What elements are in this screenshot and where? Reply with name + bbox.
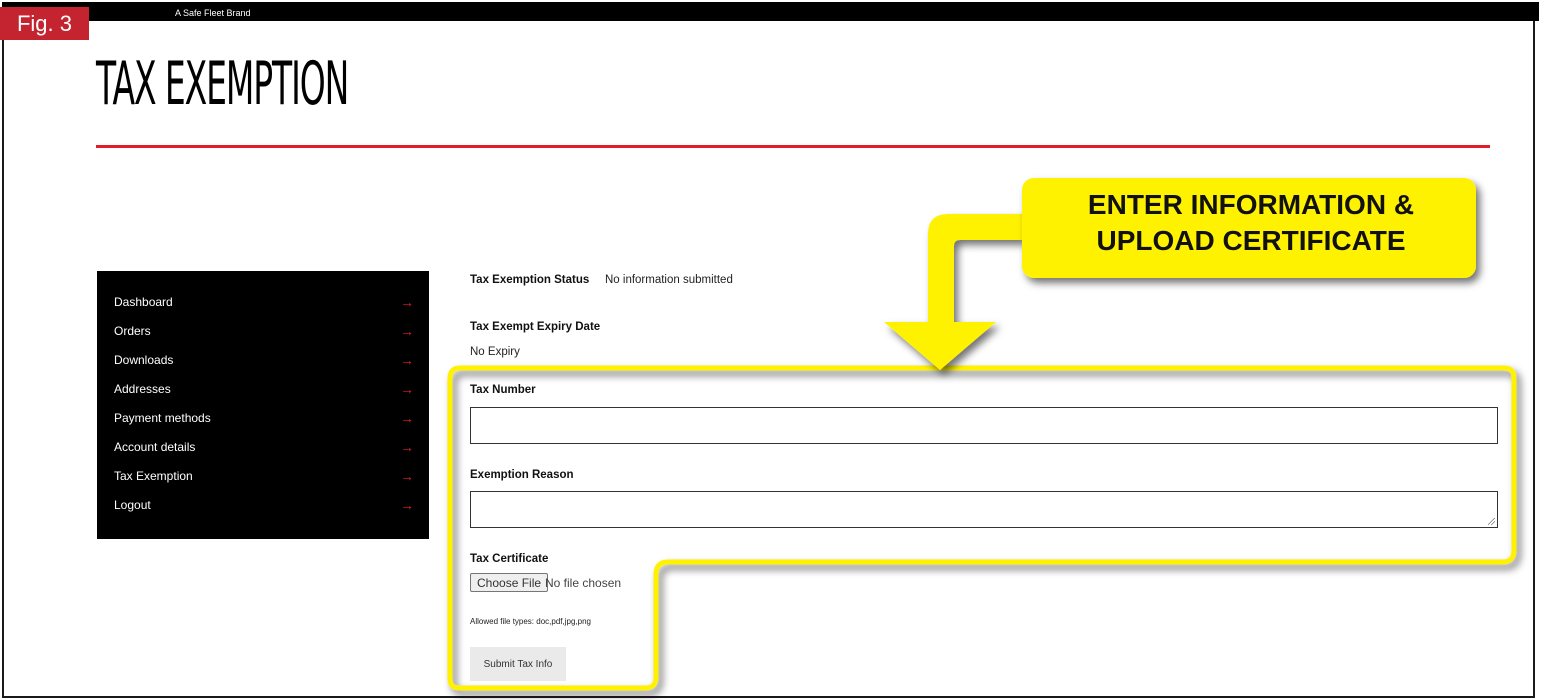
callout-overlay bbox=[447, 178, 1517, 691]
callout-line-2: UPLOAD CERTIFICATE bbox=[1096, 225, 1406, 256]
highlight-outline bbox=[447, 365, 1517, 691]
callout-arrow-icon bbox=[884, 214, 1022, 370]
callout-text: ENTER INFORMATION & UPLOAD CERTIFICATE bbox=[1026, 187, 1476, 259]
callout-line-1: ENTER INFORMATION & bbox=[1087, 189, 1415, 220]
